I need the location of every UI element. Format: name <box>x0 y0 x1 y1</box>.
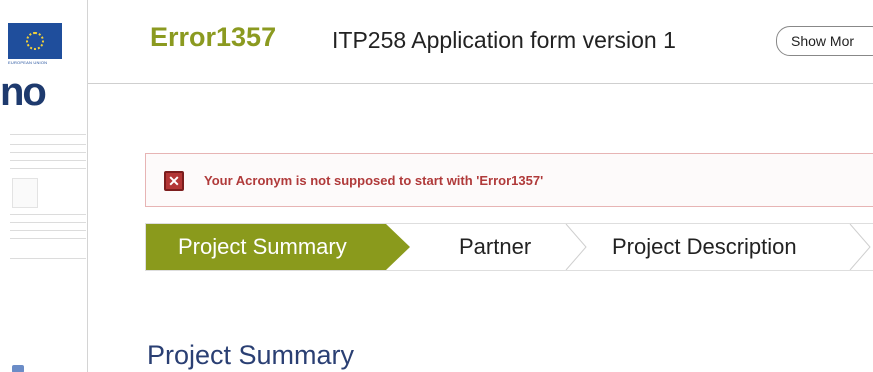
page-header: Error1357 ITP258 Application form versio… <box>88 0 873 84</box>
sidebar-divider <box>10 230 86 231</box>
sidebar-divider <box>10 160 86 161</box>
tab-project-description[interactable]: Project Description <box>586 224 797 270</box>
tab-label: Project Description <box>612 234 797 259</box>
show-more-button[interactable]: Show Mor <box>776 26 873 56</box>
sidebar: EUROPEAN UNION no <box>0 0 88 372</box>
eu-stars <box>26 32 44 50</box>
tab-project-summary[interactable]: Project Summary <box>146 224 410 270</box>
application-page: EUROPEAN UNION no Error1357 ITP258 Appli… <box>0 0 873 372</box>
tab-label: Project Summary <box>178 234 347 259</box>
sidebar-divider <box>10 152 86 153</box>
step-separator-icon <box>565 224 587 270</box>
tab-partner[interactable]: Partner <box>431 224 531 270</box>
tab-label: Partner <box>459 234 532 259</box>
sidebar-divider <box>10 258 86 259</box>
form-title: ITP258 Application form version 1 <box>332 27 676 53</box>
eu-flag-icon <box>8 23 62 59</box>
sidebar-divider <box>10 168 86 169</box>
sidebar-chip[interactable] <box>12 365 24 372</box>
programme-logo[interactable]: no <box>0 72 47 112</box>
sidebar-divider <box>10 144 86 145</box>
step-navigation: Project Summary Partner Project Descript… <box>145 223 873 271</box>
section-heading: Project Summary <box>147 340 355 370</box>
step-separator-icon <box>849 224 871 270</box>
error-message-bar: ✕ Your Acronym is not supposed to start … <box>145 153 873 207</box>
sidebar-divider <box>10 238 86 239</box>
sidebar-divider <box>10 222 86 223</box>
error-x-icon: ✕ <box>164 171 184 191</box>
eu-caption: EUROPEAN UNION <box>8 60 48 65</box>
project-acronym: Error1357 <box>150 22 277 52</box>
sidebar-divider <box>10 214 86 215</box>
sidebar-divider <box>10 134 86 135</box>
error-message-text: Your Acronym is not supposed to start wi… <box>204 173 544 188</box>
sidebar-menu-item[interactable] <box>12 178 38 208</box>
